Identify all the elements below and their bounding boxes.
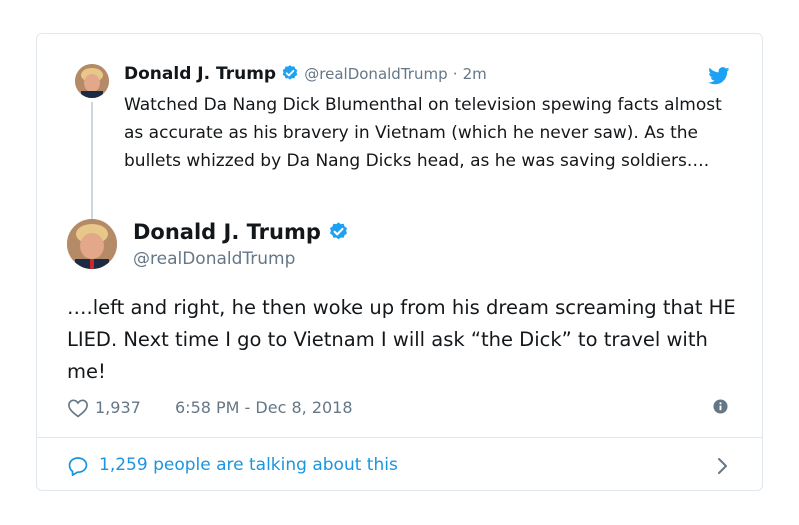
parent-tweet-header: Donald J. Trump @realDonaldTrump · 2m — [124, 64, 732, 86]
parent-timestamp[interactable]: 2m — [463, 65, 487, 83]
talking-about-link[interactable]: 1,259 people are talking about this — [37, 438, 762, 491]
chevron-right-icon[interactable] — [716, 457, 728, 479]
main-author-name[interactable]: Donald J. Trump — [133, 220, 349, 247]
main-handle[interactable]: @realDonaldTrump — [133, 249, 295, 269]
main-tweet-text: ….left and right, he then woke up from h… — [67, 296, 736, 383]
separator-dot: · — [452, 65, 458, 83]
twitter-bird-icon[interactable] — [708, 67, 730, 89]
main-avatar[interactable] — [67, 219, 117, 269]
speech-bubble-icon — [67, 456, 89, 480]
main-author-name-text: Donald J. Trump — [133, 220, 321, 244]
info-icon[interactable] — [713, 399, 728, 418]
like-count[interactable]: 1,937 — [95, 398, 141, 417]
talking-about-text[interactable]: 1,259 people are talking about this — [99, 455, 398, 475]
parent-avatar[interactable] — [75, 64, 109, 98]
tweet-timestamp[interactable]: 6:58 PM - Dec 8, 2018 — [175, 398, 353, 417]
verified-badge-icon — [328, 221, 349, 247]
heart-icon[interactable] — [67, 398, 89, 422]
parent-handle[interactable]: @realDonaldTrump — [304, 65, 447, 83]
tweet-meta: 1,937 6:58 PM - Dec 8, 2018 — [67, 396, 732, 420]
parent-tweet-text: Watched Da Nang Dick Blumenthal on telev… — [124, 95, 722, 171]
parent-author-name[interactable]: Donald J. Trump — [124, 64, 276, 84]
embedded-tweet-card: Donald J. Trump @realDonaldTrump · 2m Wa… — [36, 33, 763, 491]
thread-line — [91, 102, 93, 232]
verified-badge-icon — [281, 64, 299, 86]
